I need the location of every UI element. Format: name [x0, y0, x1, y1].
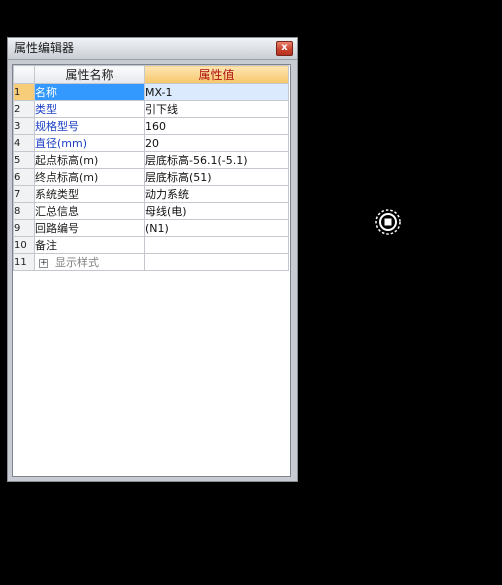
property-value-cell[interactable]: 引下线 [144, 100, 289, 118]
property-value-cell[interactable]: 160 [144, 117, 289, 135]
property-name-cell[interactable]: 起点标高(m) [34, 151, 145, 169]
table-row[interactable]: 7 系统类型 动力系统 [13, 185, 289, 203]
property-value-cell[interactable] [144, 253, 289, 271]
table-row[interactable]: 2 类型 引下线 [13, 100, 289, 118]
property-value-cell[interactable]: 层底标高(51) [144, 168, 289, 186]
row-number: 8 [13, 202, 35, 220]
close-icon: x [281, 42, 288, 53]
property-editor-window: 属性编辑器 x 属性名称 属性值 1 名称 MX-1 2 类型 引下线 3 规格… [7, 37, 298, 482]
row-number: 7 [13, 185, 35, 203]
property-value-cell[interactable] [144, 236, 289, 254]
canvas[interactable]: 属性编辑器 x 属性名称 属性值 1 名称 MX-1 2 类型 引下线 3 规格… [0, 0, 502, 585]
property-name-cell[interactable]: 备注 [34, 236, 145, 254]
property-value-cell[interactable]: (N1) [144, 219, 289, 237]
table-row[interactable]: 6 终点标高(m) 层底标高(51) [13, 168, 289, 186]
group-label: 显示样式 [55, 256, 99, 269]
row-number: 1 [13, 83, 35, 101]
property-value-cell[interactable]: 动力系统 [144, 185, 289, 203]
property-name-cell[interactable]: 名称 [34, 83, 145, 101]
property-name-cell[interactable]: 汇总信息 [34, 202, 145, 220]
table-row[interactable]: 9 回路编号 (N1) [13, 219, 289, 237]
property-name-cell[interactable]: 直径(mm) [34, 134, 145, 152]
row-number: 11 [13, 253, 35, 271]
row-number: 10 [13, 236, 35, 254]
table-row[interactable]: 1 名称 MX-1 [13, 83, 289, 101]
table-row[interactable]: 10 备注 [13, 236, 289, 254]
table-row[interactable]: 8 汇总信息 母线(电) [13, 202, 289, 220]
property-name-cell[interactable]: 系统类型 [34, 185, 145, 203]
property-value-cell[interactable]: 20 [144, 134, 289, 152]
grid-header: 属性名称 属性值 [13, 65, 289, 84]
property-value-cell[interactable]: 层底标高-56.1(-5.1) [144, 151, 289, 169]
target-marker-icon[interactable] [374, 208, 402, 236]
property-name-cell[interactable]: 回路编号 [34, 219, 145, 237]
row-number: 4 [13, 134, 35, 152]
row-number: 5 [13, 151, 35, 169]
window-titlebar[interactable]: 属性编辑器 x [8, 38, 297, 60]
property-grid-panel: 属性名称 属性值 1 名称 MX-1 2 类型 引下线 3 规格型号 160 4… [12, 64, 291, 477]
grid-corner [13, 65, 35, 84]
close-button[interactable]: x [276, 41, 293, 56]
property-value-cell[interactable]: 母线(电) [144, 202, 289, 220]
property-grid: 属性名称 属性值 1 名称 MX-1 2 类型 引下线 3 规格型号 160 4… [13, 65, 289, 271]
expand-icon[interactable]: + [39, 258, 48, 268]
property-name-cell[interactable]: 终点标高(m) [34, 168, 145, 186]
table-row[interactable]: 4 直径(mm) 20 [13, 134, 289, 152]
property-name-cell[interactable]: 规格型号 [34, 117, 145, 135]
table-row[interactable]: 5 起点标高(m) 层底标高-56.1(-5.1) [13, 151, 289, 169]
table-row-group[interactable]: 11 + 显示样式 [13, 253, 289, 271]
row-number: 3 [13, 117, 35, 135]
table-row[interactable]: 3 规格型号 160 [13, 117, 289, 135]
row-number: 9 [13, 219, 35, 237]
header-property-value: 属性值 [144, 65, 289, 84]
row-number: 6 [13, 168, 35, 186]
property-name-cell[interactable]: 类型 [34, 100, 145, 118]
property-value-cell[interactable]: MX-1 [144, 83, 289, 101]
property-group-cell[interactable]: + 显示样式 [34, 253, 145, 271]
window-title: 属性编辑器 [14, 41, 75, 55]
header-property-name: 属性名称 [34, 65, 145, 84]
row-number: 2 [13, 100, 35, 118]
